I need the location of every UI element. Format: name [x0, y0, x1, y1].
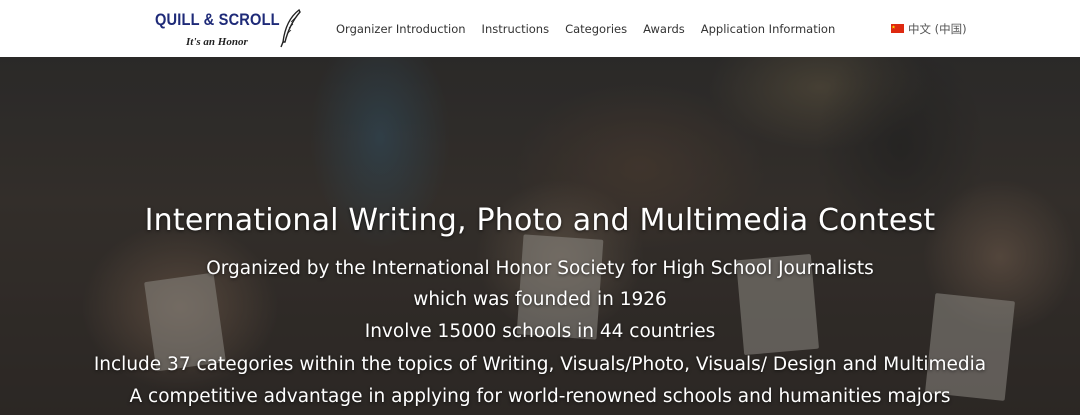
logo-tagline: It's an Honor: [186, 36, 248, 48]
hero-line-founded: which was founded in 1926: [413, 289, 667, 310]
language-label: 中文 (中国): [908, 21, 967, 36]
hero-line-organizer: Organized by the International Honor Soc…: [206, 258, 874, 279]
nav-awards[interactable]: Awards: [643, 22, 685, 36]
china-flag-icon: [891, 24, 904, 33]
nav-instructions[interactable]: Instructions: [482, 22, 550, 36]
language-switcher[interactable]: 中文 (中国): [891, 0, 967, 57]
nav-categories[interactable]: Categories: [565, 22, 627, 36]
top-navbar: QUILL & SCROLL It's an Honor Organizer I…: [0, 0, 1080, 57]
nav-organizer-introduction[interactable]: Organizer Introduction: [336, 22, 466, 36]
hero-line-categories: Include 37 categories within the topics …: [93, 354, 987, 375]
quill-icon: [280, 8, 301, 48]
nav-application-information[interactable]: Application Information: [701, 22, 835, 36]
logo-title: QUILL & SCROLL: [155, 10, 280, 29]
quill-and-scroll-logo[interactable]: QUILL & SCROLL It's an Honor: [155, 8, 305, 52]
hero-line-schools: Involve 15000 schools in 44 countries: [364, 321, 716, 342]
hero-line-advantage: A competitive advantage in applying for …: [129, 386, 951, 407]
main-nav: Organizer Introduction Instructions Cate…: [336, 0, 851, 57]
hero-banner: International Writing, Photo and Multime…: [0, 57, 1080, 415]
hero-title: International Writing, Photo and Multime…: [144, 203, 936, 238]
